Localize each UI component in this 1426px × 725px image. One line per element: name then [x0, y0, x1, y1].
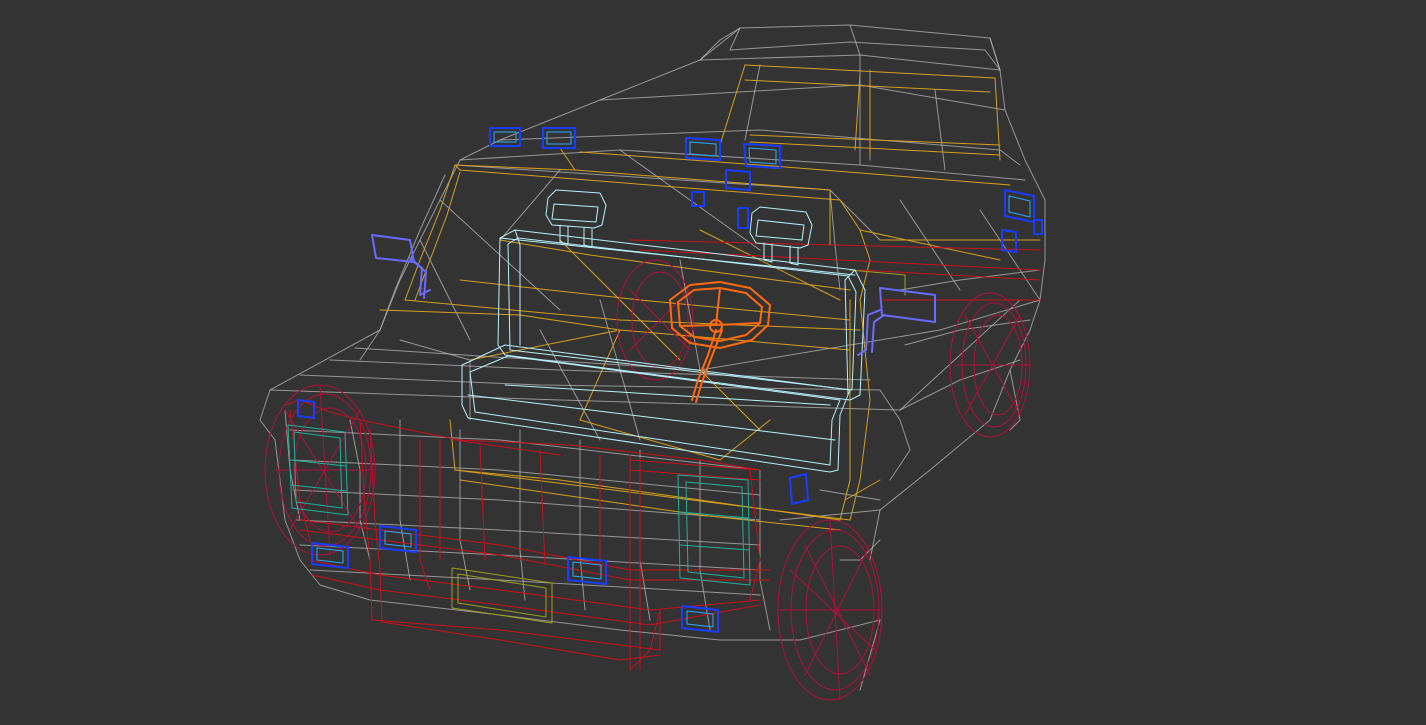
side-mirrors — [371, 234, 936, 356]
wireframe-canvas[interactable] — [0, 0, 1426, 725]
3d-viewport[interactable] — [0, 0, 1426, 725]
wheel-front-left — [264, 384, 376, 556]
front-bumper-wireframe — [284, 239, 1041, 671]
front-lights-inner — [316, 530, 714, 628]
body-shell-wireframe — [259, 24, 1046, 691]
bench-seat — [461, 189, 866, 473]
roof-lights — [297, 127, 1043, 505]
wheel-front-right — [777, 519, 883, 701]
front-lights — [311, 525, 719, 633]
